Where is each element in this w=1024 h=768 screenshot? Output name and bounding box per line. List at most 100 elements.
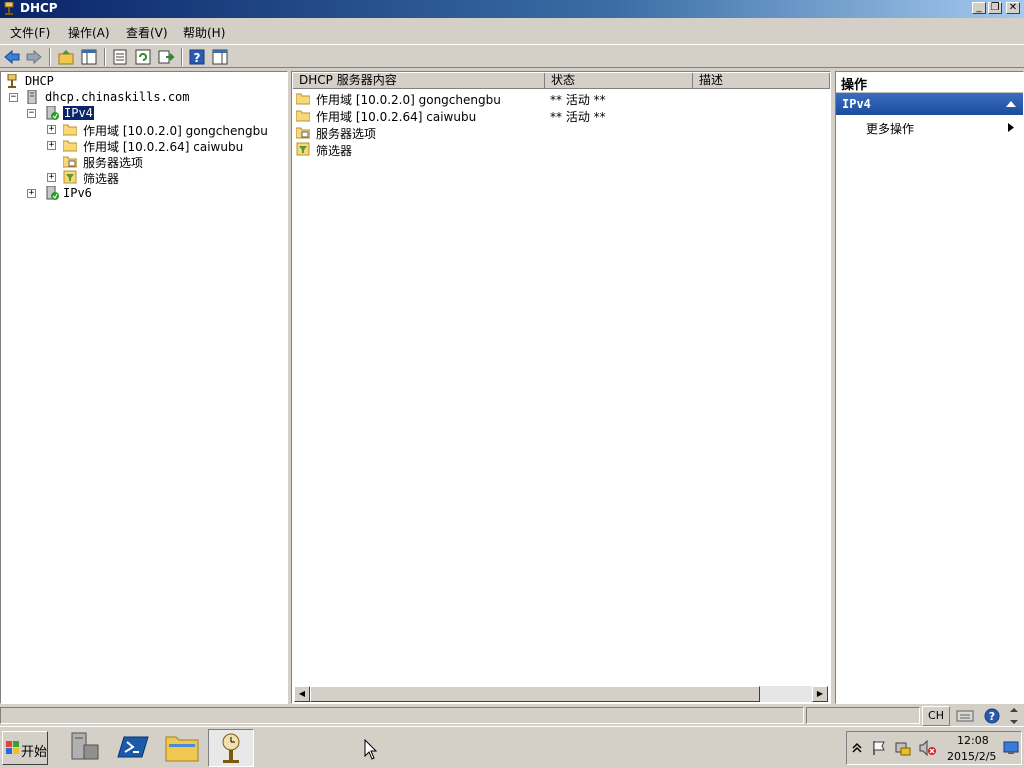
dhcp-app-icon	[4, 2, 14, 15]
more-actions-item[interactable]: 更多操作	[836, 118, 1023, 136]
powershell-icon[interactable]	[110, 729, 154, 765]
tree-label-ipv6: IPv6	[63, 186, 92, 200]
status-panel-main	[0, 707, 804, 724]
tree-node-ipv6[interactable]: + IPv6	[27, 186, 127, 202]
close-button[interactable]: ✕	[1006, 2, 1020, 14]
column-header-content[interactable]: DHCP 服务器内容	[293, 73, 545, 89]
actions-section-ipv4[interactable]: IPv4	[836, 93, 1023, 115]
start-button[interactable]: 开始	[2, 731, 48, 765]
menu-file[interactable]: 文件(F)	[10, 24, 50, 41]
collapse-section-icon[interactable]	[1006, 100, 1016, 108]
menu-help[interactable]: 帮助(H)	[183, 24, 225, 41]
server-icon	[27, 90, 37, 104]
ipv6-server-icon	[46, 186, 59, 200]
menu-bar: 文件(F) 操作(A) 查看(V) 帮助(H)	[0, 20, 1024, 42]
file-explorer-icon[interactable]	[160, 729, 204, 765]
tree-node-scope2[interactable]: + 作用域 [10.0.2.64] caiwubu	[47, 138, 287, 154]
list-item-status: ** 活动 **	[550, 93, 606, 107]
show-desktop-icon[interactable]	[1003, 741, 1019, 755]
restore-button[interactable]: ❐	[988, 2, 1002, 14]
status-bar: CH ?	[0, 706, 1024, 726]
actions-pane: 操作 IPv4 更多操作	[835, 71, 1024, 704]
back-icon[interactable]	[3, 48, 21, 66]
tree-node-filters[interactable]: + 筛选器	[47, 170, 247, 186]
export-list-icon[interactable]	[157, 48, 175, 66]
tree-label-ipv4: IPv4	[62, 105, 95, 121]
scroll-left-icon[interactable]: ◀	[294, 686, 310, 702]
tree-label-server-options: 服务器选项	[83, 156, 144, 170]
volume-muted-icon[interactable]	[919, 740, 937, 756]
horizontal-scrollbar[interactable]: ◀ ▶	[294, 686, 828, 702]
column-header-description[interactable]: 描述	[693, 73, 830, 89]
dhcp-taskbar-icon	[222, 733, 240, 763]
list-item-scope2[interactable]: 作用域 [10.0.2.64] caiwubu ** 活动 **	[296, 107, 816, 124]
forward-icon[interactable]	[25, 48, 43, 66]
list-item-name: 筛选器	[316, 144, 353, 158]
expand-icon[interactable]: +	[47, 125, 56, 134]
clock-time[interactable]: 12:08	[957, 734, 989, 747]
show-hide-tree-icon[interactable]	[80, 48, 98, 66]
folder-icon	[63, 124, 77, 136]
keyboard-icon[interactable]	[956, 709, 974, 723]
column-header-status[interactable]: 状态	[545, 73, 693, 89]
language-indicator[interactable]: CH	[922, 706, 950, 726]
collapse-icon[interactable]: −	[9, 93, 18, 102]
list-item-server-options[interactable]: 服务器选项	[296, 124, 816, 141]
toolbar: ?	[0, 44, 1024, 68]
submenu-arrow-icon	[1008, 123, 1014, 132]
list-item-name: 服务器选项	[316, 127, 377, 141]
filter-icon	[296, 142, 310, 156]
ime-options-icon[interactable]	[1008, 708, 1020, 724]
menu-view[interactable]: 查看(V)	[126, 24, 168, 41]
minimize-button[interactable]: _	[972, 2, 986, 14]
folder-icon	[63, 140, 77, 152]
show-action-pane-icon[interactable]	[211, 48, 229, 66]
windows-logo-icon	[6, 741, 19, 754]
show-hidden-icons-icon[interactable]	[852, 742, 862, 754]
taskbar-dhcp-app[interactable]	[208, 729, 254, 767]
up-folder-icon[interactable]	[57, 48, 75, 66]
action-center-flag-icon[interactable]	[871, 740, 887, 756]
list-item-scope1[interactable]: 作用域 [10.0.2.0] gongchengbu ** 活动 **	[296, 90, 816, 107]
tree-node-server-options[interactable]: 服务器选项	[63, 154, 263, 170]
tree-node-server[interactable]: − dhcp.chinaskills.com	[9, 90, 209, 106]
properties-icon[interactable]	[111, 48, 129, 66]
actions-section-label: IPv4	[842, 97, 871, 111]
svg-text:?: ?	[194, 51, 201, 65]
result-list: DHCP 服务器内容 状态 描述 作用域 [10.0.2.0] gongchen…	[291, 71, 831, 704]
expand-icon[interactable]: +	[47, 173, 56, 182]
list-item-filters[interactable]: 筛选器	[296, 141, 816, 158]
folder-icon	[296, 110, 310, 122]
list-item-name: 作用域 [10.0.2.64] caiwubu	[316, 110, 477, 124]
scroll-right-icon[interactable]: ▶	[812, 686, 828, 702]
tree-label-scope2: 作用域 [10.0.2.64] caiwubu	[83, 140, 244, 154]
server-options-icon	[296, 127, 310, 139]
server-options-icon	[63, 156, 77, 168]
expand-icon[interactable]: +	[47, 141, 56, 150]
filter-icon	[63, 170, 77, 184]
server-manager-icon[interactable]	[62, 729, 106, 765]
help-icon[interactable]: ?	[188, 48, 206, 66]
start-label: 开始	[21, 745, 48, 760]
menu-action[interactable]: 操作(A)	[68, 24, 110, 41]
list-item-name: 作用域 [10.0.2.0] gongchengbu	[316, 93, 501, 107]
tree-label-filters: 筛选器	[83, 172, 120, 186]
actions-header-label: 操作	[841, 78, 868, 93]
network-icon[interactable]	[895, 740, 911, 756]
scrollbar-thumb[interactable]	[310, 686, 760, 702]
help-circle-icon[interactable]: ?	[984, 708, 1000, 724]
title-bar: DHCP _ ❐ ✕	[0, 0, 1024, 18]
clock-date[interactable]: 2015/2/5	[947, 750, 996, 763]
ipv4-server-icon	[46, 106, 59, 120]
window-title: DHCP	[20, 1, 58, 15]
console-tree: DHCP − dhcp.chinaskills.com − IPv4 + 作用域…	[0, 71, 288, 704]
tree-node-ipv4[interactable]: − IPv4	[27, 105, 127, 122]
svg-text:?: ?	[989, 710, 995, 723]
refresh-icon[interactable]	[134, 48, 152, 66]
collapse-icon[interactable]: −	[27, 109, 36, 118]
tree-label-dhcp: DHCP	[25, 74, 54, 88]
tree-node-scope1[interactable]: + 作用域 [10.0.2.0] gongchengbu	[47, 122, 287, 138]
tree-label-scope1: 作用域 [10.0.2.0] gongchengbu	[83, 124, 268, 138]
expand-icon[interactable]: +	[27, 189, 36, 198]
taskbar: 开始 12:08 2015/2/5	[0, 726, 1024, 768]
